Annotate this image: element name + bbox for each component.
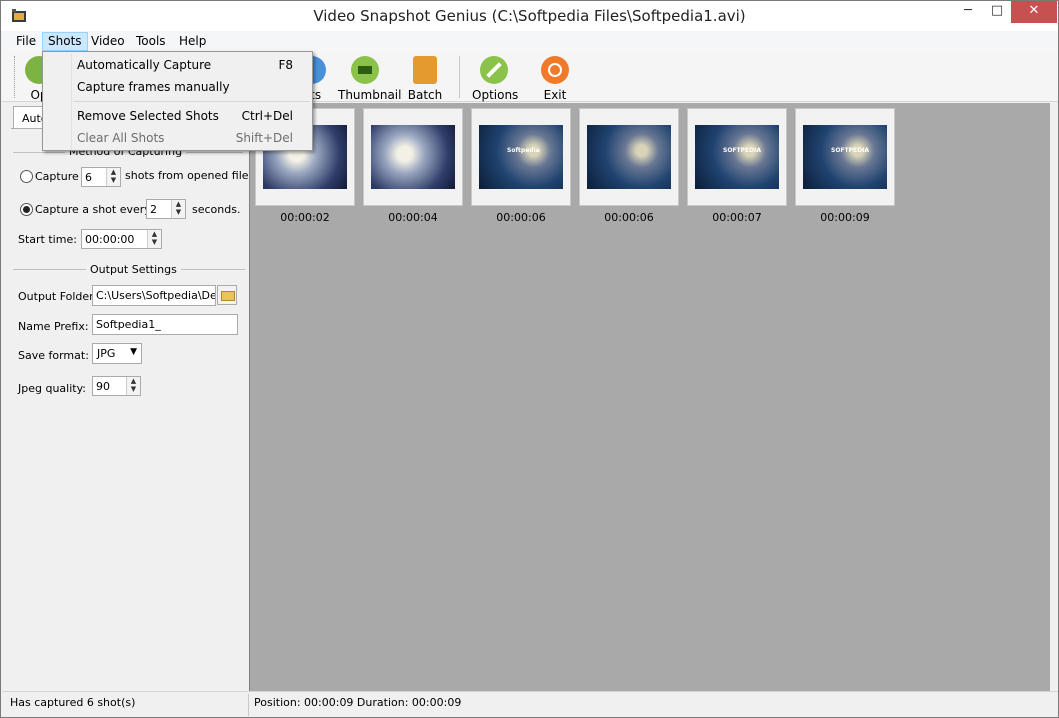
app-window: Video Snapshot Genius (C:\Softpedia File… xyxy=(0,0,1059,718)
shot-thumbnail[interactable]: SOFTPEDIA xyxy=(687,108,787,206)
right-edge xyxy=(1050,103,1058,691)
shot-thumbnail[interactable]: Softpedia xyxy=(471,108,571,206)
shot-time: 00:00:07 xyxy=(712,211,762,224)
seconds-label: seconds. xyxy=(192,203,241,216)
settings-panel: Auto Method of Capturing Capture 6 ▲ ▼ sh… xyxy=(2,103,252,691)
shot-time: 00:00:02 xyxy=(280,211,330,224)
shot-time: 00:00:09 xyxy=(820,211,870,224)
spin-arrows-icon[interactable]: ▲ ▼ xyxy=(147,230,161,248)
shot-image xyxy=(587,125,671,189)
shots-grid: 00:00:02 00:00:04 Softpedia 00:00:06 00:… xyxy=(249,103,1050,691)
thumbnail-icon xyxy=(351,56,379,84)
shot-thumbnail[interactable] xyxy=(579,108,679,206)
output-folder-label: Output Folder: xyxy=(18,290,98,303)
start-time-value: 00:00:00 xyxy=(85,233,135,246)
title-bar: Video Snapshot Genius (C:\Softpedia File… xyxy=(1,1,1058,31)
output-group-title: Output Settings xyxy=(86,263,181,276)
jpeg-quality-value: 90 xyxy=(96,380,110,393)
options-button-label: Options xyxy=(472,88,519,102)
menu-item-shortcut: Shift+Del xyxy=(235,131,293,145)
toolbar-grip[interactable] xyxy=(14,56,17,98)
save-format-value: JPG xyxy=(97,347,116,360)
status-bar: Has captured 6 shot(s) Position: 00:00:0… xyxy=(2,691,1058,717)
spin-arrows-icon[interactable]: ▲ ▼ xyxy=(106,168,120,186)
menu-item-automatically-capture[interactable]: Automatically Capture F8 xyxy=(44,54,311,76)
browse-folder-icon[interactable] xyxy=(217,285,237,305)
shot-time: 00:00:06 xyxy=(604,211,654,224)
menu-item-remove-selected[interactable]: Remove Selected Shots Ctrl+Del xyxy=(44,105,311,127)
menu-item-label: Capture frames manually xyxy=(77,80,230,94)
menu-video[interactable]: Video xyxy=(85,32,131,51)
status-position: Position: 00:00:09 Duration: 00:00:09 xyxy=(254,696,462,709)
capture-count-radio[interactable] xyxy=(20,170,33,183)
thumbnail-button-label: Thumbnail xyxy=(338,88,402,102)
shot-image: Softpedia xyxy=(479,125,563,189)
menu-item-capture-manually[interactable]: Capture frames manually xyxy=(44,76,311,98)
menu-separator xyxy=(73,101,310,102)
status-divider xyxy=(248,694,249,716)
exit-icon xyxy=(541,56,569,84)
shot-watermark: SOFTPEDIA xyxy=(831,147,869,154)
exit-button[interactable]: Exit xyxy=(538,54,572,102)
menu-item-label: Remove Selected Shots xyxy=(77,109,219,123)
shots-from-label: shots from opened file. xyxy=(125,169,253,182)
shot-time: 00:00:06 xyxy=(496,211,546,224)
shot-watermark: Softpedia xyxy=(507,147,540,154)
chevron-down-icon: ▼ xyxy=(130,347,137,357)
capture-count-stepper[interactable]: 6 ▲ ▼ xyxy=(81,167,121,187)
wrench-icon xyxy=(480,56,508,84)
batch-button[interactable]: Batch xyxy=(404,54,446,102)
menu-file[interactable]: File xyxy=(10,32,42,51)
shot-watermark: SOFTPEDIA xyxy=(723,147,761,154)
capture-label: Capture xyxy=(35,170,79,183)
batch-button-label: Batch xyxy=(407,88,443,102)
shot-image xyxy=(371,125,455,189)
menu-bar: File Shots Video Tools Help xyxy=(2,31,1058,52)
maximize-button[interactable]: □ xyxy=(983,1,1011,23)
menu-item-label: Clear All Shots xyxy=(77,131,165,145)
menu-item-clear-all[interactable]: Clear All Shots Shift+Del xyxy=(44,127,311,149)
shots-menu-dropdown: Automatically Capture F8 Capture frames … xyxy=(42,51,313,151)
window-title: Video Snapshot Genius (C:\Softpedia File… xyxy=(313,7,746,25)
spin-arrows-icon[interactable]: ▲ ▼ xyxy=(171,200,185,218)
menu-help[interactable]: Help xyxy=(173,32,212,51)
exit-button-label: Exit xyxy=(543,88,567,102)
status-shots-count: Has captured 6 shot(s) xyxy=(10,696,136,709)
minimize-button[interactable]: ─ xyxy=(953,1,983,23)
save-format-label: Save format: xyxy=(18,349,89,362)
capture-interval-stepper[interactable]: 2 ▲ ▼ xyxy=(146,199,186,219)
shot-thumbnail[interactable]: SOFTPEDIA xyxy=(795,108,895,206)
capture-interval-radio[interactable] xyxy=(20,203,33,216)
jpeg-quality-stepper[interactable]: 90 ▲ ▼ xyxy=(92,376,141,396)
options-button[interactable]: Options xyxy=(472,54,519,102)
shot-thumbnail[interactable] xyxy=(363,108,463,206)
menu-shots[interactable]: Shots xyxy=(42,32,88,51)
menu-tools[interactable]: Tools xyxy=(130,32,172,51)
save-format-select[interactable]: JPG ▼ xyxy=(92,343,142,364)
jpeg-quality-label: Jpeg quality: xyxy=(18,382,87,395)
shot-time: 00:00:04 xyxy=(388,211,438,224)
batch-icon xyxy=(413,56,437,84)
shot-image: SOFTPEDIA xyxy=(803,125,887,189)
name-prefix-field[interactable]: Softpedia1_ xyxy=(92,314,238,335)
capture-interval-value: 2 xyxy=(150,203,157,216)
capture-count-value: 6 xyxy=(85,171,92,184)
menu-item-shortcut: F8 xyxy=(278,58,293,72)
menu-item-shortcut: Ctrl+Del xyxy=(241,109,293,123)
name-prefix-label: Name Prefix: xyxy=(18,320,89,333)
settings-panel-body: Method of Capturing Capture 6 ▲ ▼ shots f… xyxy=(11,128,252,688)
thumbnail-button[interactable]: Thumbnail xyxy=(338,54,402,102)
capture-every-label: Capture a shot every xyxy=(35,203,151,216)
menu-item-label: Automatically Capture xyxy=(77,58,212,72)
spin-arrows-icon[interactable]: ▲ ▼ xyxy=(126,377,140,395)
start-time-label: Start time: xyxy=(18,233,77,246)
start-time-stepper[interactable]: 00:00:00 ▲ ▼ xyxy=(81,229,162,249)
close-button[interactable]: ✕ xyxy=(1011,1,1057,23)
toolbar-separator xyxy=(459,56,460,98)
shot-image: SOFTPEDIA xyxy=(695,125,779,189)
output-folder-field[interactable]: C:\Users\Softpedia\Desl xyxy=(92,285,216,306)
